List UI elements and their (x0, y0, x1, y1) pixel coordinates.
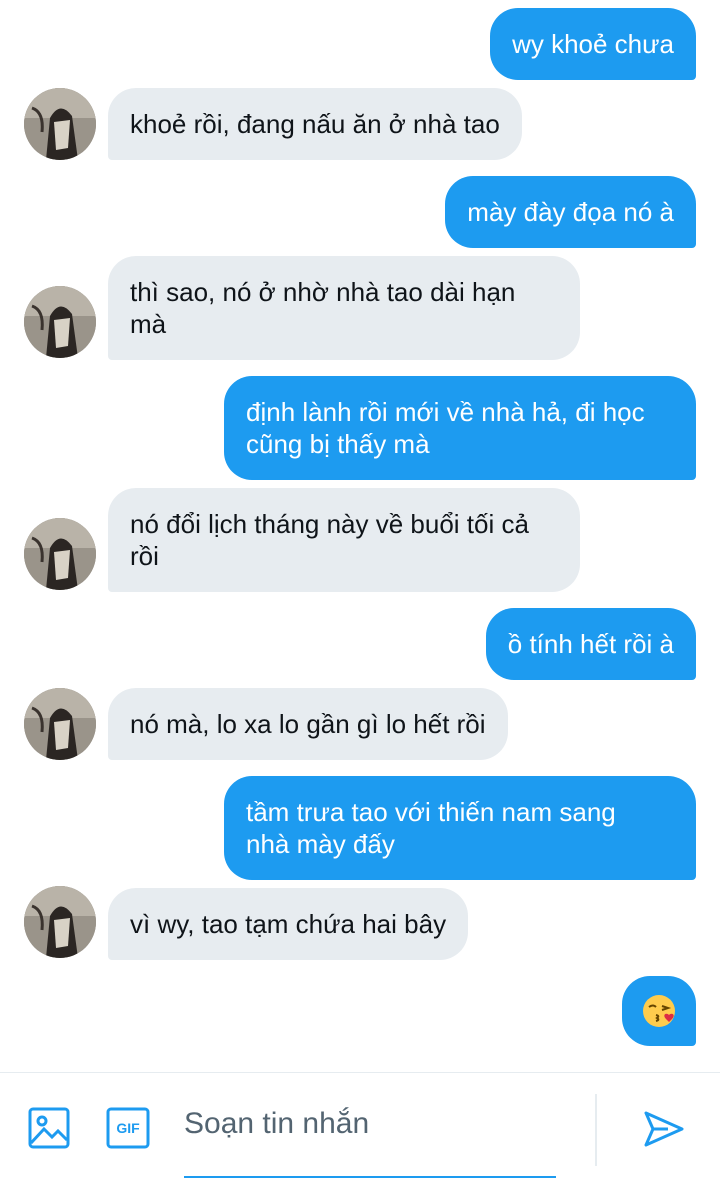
avatar[interactable] (24, 518, 96, 590)
incoming-message[interactable]: nó mà, lo xa lo gần gì lo hết rồi (108, 688, 508, 760)
avatar-photo (24, 886, 96, 958)
message-thread[interactable]: wy khoẻ chưa khoẻ rồi, đang nấu ăn ở nhà… (0, 0, 720, 1072)
send-icon (644, 1111, 684, 1147)
outgoing-message[interactable]: tầm trưa tao với thiến nam sang nhà mày … (224, 776, 696, 880)
outgoing-message[interactable]: wy khoẻ chưa (490, 8, 696, 80)
message-composer: GIF (0, 1072, 720, 1186)
outgoing-emoji-message[interactable] (622, 976, 696, 1046)
gif-label: GIF (116, 1120, 140, 1136)
avatar[interactable] (24, 688, 96, 760)
avatar-photo (24, 518, 96, 590)
send-button[interactable] (640, 1105, 688, 1153)
incoming-message[interactable]: thì sao, nó ở nhờ nhà tao dài hạn mà (108, 256, 580, 360)
avatar-photo (24, 88, 96, 160)
input-focus-underline (184, 1176, 556, 1178)
add-image-button[interactable] (26, 1105, 72, 1151)
outgoing-message[interactable]: mày đày đọa nó à (445, 176, 696, 248)
avatar[interactable] (24, 886, 96, 958)
composer-divider (595, 1094, 597, 1166)
incoming-message[interactable]: khoẻ rồi, đang nấu ăn ở nhà tao (108, 88, 522, 160)
avatar[interactable] (24, 286, 96, 358)
avatar[interactable] (24, 88, 96, 160)
message-input[interactable] (184, 1097, 556, 1151)
kiss-emoji-icon (643, 995, 675, 1027)
add-gif-button[interactable]: GIF (106, 1107, 150, 1149)
incoming-message[interactable]: nó đổi lịch tháng này về buổi tối cả rồi (108, 488, 580, 592)
image-icon (28, 1107, 70, 1149)
avatar-photo (24, 688, 96, 760)
outgoing-message[interactable]: ồ tính hết rồi à (485, 608, 696, 680)
incoming-message[interactable]: vì wy, tao tạm chứa hai bây (108, 888, 469, 960)
outgoing-message[interactable]: định lành rồi mới về nhà hả, đi học cũng… (224, 376, 696, 480)
avatar-photo (24, 286, 96, 358)
